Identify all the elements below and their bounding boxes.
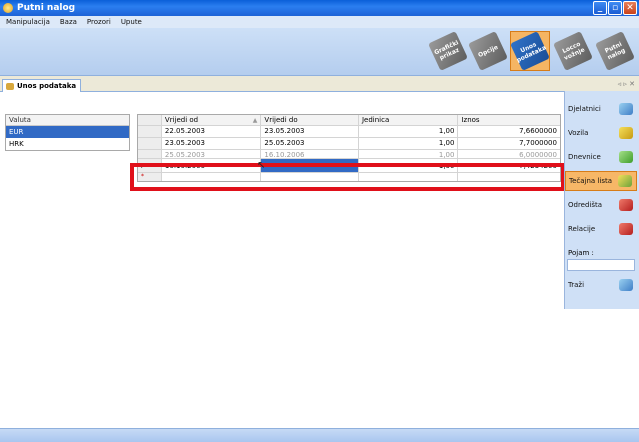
maximize-button[interactable]: ▫ (608, 1, 622, 15)
minimize-button[interactable]: _ (593, 1, 607, 15)
sidebar-item-label: Odredišta (568, 201, 603, 209)
search-icon (619, 279, 633, 291)
cell-iznos[interactable]: 7,6600000 (458, 126, 560, 137)
grid-header: Vrijedi od ▲ Vrijedi do Jedinica Iznos (138, 115, 560, 126)
table-row[interactable]: 23.05.2003 25.05.2003 1,00 7,7000000 (138, 138, 560, 150)
sidebar-item-label: Relacije (568, 225, 596, 233)
toolbar-unos-podataka[interactable]: Unos podataka (510, 31, 550, 71)
highlight-box (130, 163, 565, 191)
valuta-list: Valuta EUR HRK (5, 114, 130, 151)
row-selector[interactable] (138, 138, 162, 149)
cell-vrijedi-do[interactable]: 25.05.2003 (261, 138, 359, 149)
toolbar-opcije[interactable]: Opcije (468, 31, 508, 71)
sort-ascending-icon: ▲ (252, 117, 258, 124)
cell-vrijedi-od[interactable]: 23.05.2003 (162, 138, 262, 149)
putni-nalog-label: Putni nalog (595, 31, 635, 71)
odredista-icon (619, 199, 633, 211)
tecajna-lista-icon (618, 175, 632, 187)
sidebar-item-label: Dnevnice (568, 153, 601, 161)
column-header-vrijedi-do[interactable]: Vrijedi do (261, 115, 359, 125)
sidebar-item-label: Djelatnici (568, 105, 601, 113)
menu-manipulacija[interactable]: Manipulacija (6, 18, 50, 26)
tab-label: Unos podataka (17, 82, 77, 90)
menu-prozori[interactable]: Prozori (87, 18, 111, 26)
toolbar-locco-voznje[interactable]: Locco vožnje (553, 31, 593, 71)
search-input[interactable] (567, 259, 635, 271)
cell-iznos[interactable]: 7,7000000 (458, 138, 560, 149)
sidebar-item-label: Vozila (568, 129, 589, 137)
cell-vrijedi-od[interactable]: 25.05.2003 (162, 150, 262, 158)
djelatnici-icon (619, 103, 633, 115)
toolbar: Grafički prikaz Opcije Unos podataka Loc… (0, 28, 639, 76)
menu-bar: Manipulacija Baza Prozori Upute (0, 16, 639, 28)
window-controls: _ ▫ ✕ (593, 1, 637, 15)
graficki-prikaz-label: Grafički prikaz (428, 31, 468, 71)
cell-iznos[interactable]: 6,0000000 (458, 150, 560, 158)
relacije-icon (619, 223, 633, 235)
app-icon (3, 3, 13, 13)
sidebar-item-djelatnici[interactable]: Djelatnici (565, 99, 637, 119)
sidebar-item-relacije[interactable]: Relacije (565, 219, 637, 239)
title-bar: Putni nalog _ ▫ ✕ (0, 0, 639, 16)
cell-vrijedi-do[interactable]: 23.05.2003 (261, 126, 359, 137)
table-row[interactable]: 25.05.2003 16.10.2006 1,00 6,0000000 (138, 150, 560, 159)
cell-jedinica[interactable]: 1,00 (359, 138, 459, 149)
sidebar-item-tecajna-lista[interactable]: Tečajna lista (565, 171, 637, 191)
toolbar-putni-nalog[interactable]: Putni nalog (595, 31, 635, 71)
cell-jedinica[interactable]: 1,00 (359, 150, 459, 158)
table-row[interactable]: 22.05.2003 23.05.2003 1,00 7,6600000 (138, 126, 560, 138)
dnevnice-icon (619, 151, 633, 163)
workspace: Valuta EUR HRK Vrijedi od ▲ Vrijedi do Je… (0, 92, 639, 428)
column-header-jedinica[interactable]: Jedinica (359, 115, 459, 125)
vozila-icon (619, 127, 633, 139)
cell-jedinica[interactable]: 1,00 (359, 126, 459, 137)
sidebar-item-dnevnice[interactable]: Dnevnice (565, 147, 637, 167)
cell-vrijedi-od[interactable]: 22.05.2003 (162, 126, 262, 137)
close-button[interactable]: ✕ (623, 1, 637, 15)
sidebar-item-odredista[interactable]: Odredišta (565, 195, 637, 215)
list-item[interactable]: HRK (6, 138, 129, 150)
column-header-vrijedi-od[interactable]: Vrijedi od ▲ (162, 115, 262, 125)
menu-baza[interactable]: Baza (60, 18, 77, 26)
tab-unos-podataka[interactable]: Unos podataka (2, 79, 82, 92)
row-selector[interactable] (138, 126, 162, 137)
column-header-iznos[interactable]: Iznos (458, 115, 560, 125)
side-panel: Djelatnici Vozila Dnevnice Tečajna lista… (564, 91, 639, 309)
menu-upute[interactable]: Upute (121, 18, 142, 26)
search-label: Pojam : (568, 249, 594, 257)
opcije-label: Opcije (468, 31, 508, 71)
mouse-cursor-icon: ↖ (257, 160, 266, 171)
list-item[interactable]: EUR (6, 126, 129, 138)
toolbar-graficki-prikaz[interactable]: Grafički prikaz (428, 31, 468, 71)
folder-icon (6, 82, 14, 90)
search-button-label: Traži (568, 281, 585, 289)
cell-vrijedi-do[interactable]: 16.10.2006 (261, 150, 359, 158)
window-title: Putni nalog (17, 3, 76, 13)
locco-voznje-label: Locco vožnje (553, 31, 593, 71)
valuta-header: Valuta (6, 115, 129, 126)
row-header-corner (138, 115, 162, 125)
unos-podataka-label: Unos podataka (510, 31, 550, 71)
status-bar (0, 428, 639, 442)
sidebar-item-label: Tečajna lista (569, 177, 612, 185)
row-selector[interactable] (138, 150, 162, 158)
tab-controls[interactable]: ◃ ▹ ✕ (618, 80, 635, 88)
document-tab-bar: Unos podataka ◃ ▹ ✕ (0, 78, 639, 92)
search-button[interactable]: Traži (565, 275, 637, 295)
sidebar-item-vozila[interactable]: Vozila (565, 123, 637, 143)
